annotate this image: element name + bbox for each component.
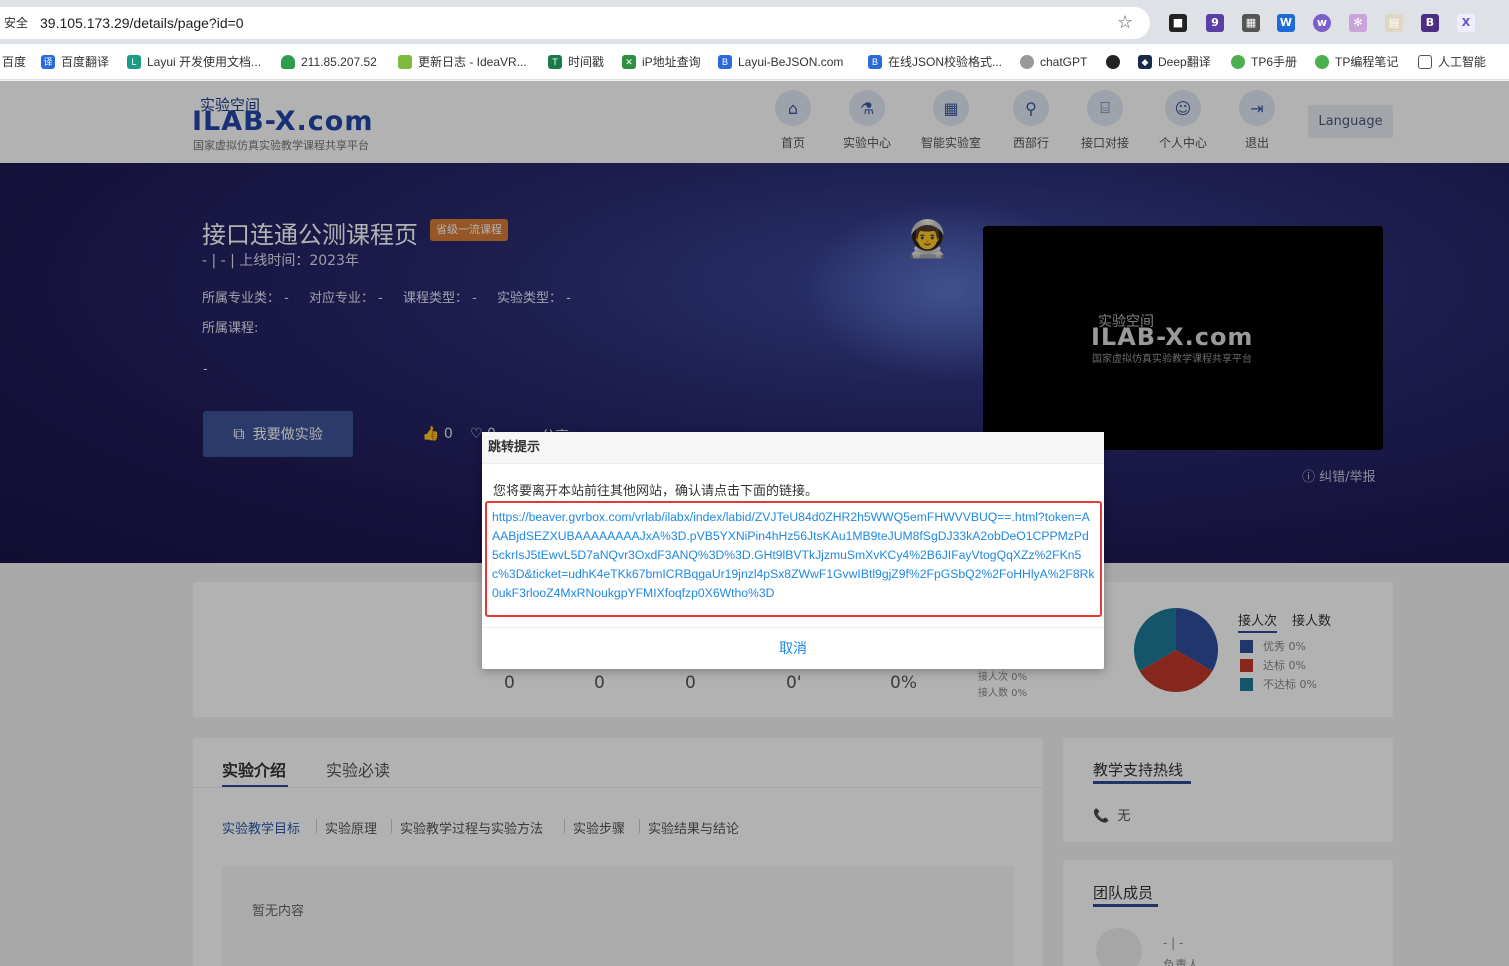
qr-code-icon[interactable]: ▦	[1242, 14, 1260, 32]
extension-badge: 9	[1211, 16, 1219, 29]
security-chip[interactable]: 安全	[0, 7, 32, 39]
bookmark-item[interactable]: TP6手册	[1231, 53, 1297, 71]
extension-1-icon[interactable]: ■	[1169, 14, 1187, 32]
divider	[482, 627, 1104, 628]
extension-6-icon[interactable]: ▤	[1385, 14, 1403, 32]
extension-5-icon[interactable]: ✻	[1349, 14, 1367, 32]
bookmark-star-icon[interactable]: ☆	[1117, 12, 1133, 33]
bookmark-item[interactable]: chatGPT	[1020, 53, 1087, 71]
bookmark-item[interactable]: L Layui 开发使用文档...	[127, 53, 261, 71]
bookmark-item[interactable]: T 时间戳	[548, 53, 604, 71]
dialog-title: 跳转提示	[482, 432, 1104, 464]
url-text[interactable]: 39.105.173.29/details/page?id=0	[40, 7, 244, 39]
extension-b-icon[interactable]: B	[1421, 14, 1439, 32]
extension-w-icon[interactable]: W	[1277, 14, 1295, 32]
external-link[interactable]: https://beaver.gvrbox.com/vrlab/ilabx/in…	[492, 508, 1095, 603]
extension-x-icon[interactable]: X	[1457, 14, 1475, 32]
bookmark-item[interactable]: ◆ Deep翻译	[1138, 53, 1211, 71]
bookmark-item[interactable]: 百度	[2, 53, 26, 71]
bookmark-item[interactable]	[1106, 53, 1126, 71]
bookmark-item[interactable]: 译百度翻译	[41, 53, 109, 71]
bookmark-item[interactable]: 211.85.207.52	[281, 53, 377, 71]
extension-2-icon[interactable]: 9	[1206, 14, 1224, 32]
bookmark-item[interactable]: B Layui-BeJSON.com	[718, 53, 843, 71]
bookmark-folder[interactable]: 人工智能	[1418, 53, 1486, 71]
cancel-button[interactable]: 取消	[482, 638, 1104, 658]
bookmark-item[interactable]: 更新日志 - IdeaVR...	[398, 53, 527, 71]
dialog-message: 您将要离开本站前往其他网站，确认请点击下面的链接。	[493, 484, 819, 499]
bookmark-item[interactable]: ✕ iP地址查询	[622, 53, 701, 71]
bookmark-item[interactable]: B 在线JSON校验格式...	[868, 53, 1002, 71]
bookmark-item[interactable]: TP编程笔记	[1315, 53, 1398, 71]
extension-4-icon[interactable]: w	[1313, 14, 1331, 32]
